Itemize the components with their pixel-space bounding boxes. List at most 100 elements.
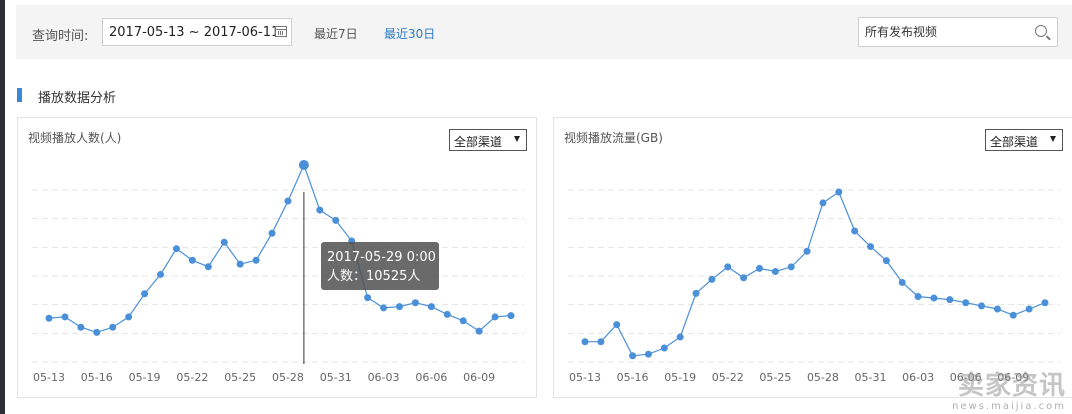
data-point[interactable]: [284, 197, 292, 205]
last-7-days-link[interactable]: 最近7日: [314, 25, 358, 42]
data-point[interactable]: [803, 247, 811, 255]
data-point[interactable]: [188, 256, 196, 264]
date-range-picker[interactable]: 2017-05-13 ~ 2017-06-11: [102, 18, 292, 46]
data-point[interactable]: [851, 227, 859, 235]
left-edge-strip: [0, 0, 5, 414]
filter-bar: 查询时间: 2017-05-13 ~ 2017-06-11 最近7日 最近30日: [16, 5, 1072, 59]
data-point[interactable]: [45, 314, 53, 322]
x-tick-label: 05-31: [320, 371, 352, 384]
data-point[interactable]: [61, 313, 69, 321]
data-point[interactable]: [930, 294, 938, 302]
data-point[interactable]: [220, 238, 228, 246]
data-point[interactable]: [644, 350, 652, 358]
data-point[interactable]: [692, 289, 700, 297]
x-tick-label: 05-25: [759, 371, 791, 384]
query-time-label: 查询时间:: [32, 29, 89, 44]
x-tick-label: 06-03: [902, 371, 934, 384]
x-tick-label: 06-03: [368, 371, 400, 384]
data-point[interactable]: [252, 256, 260, 264]
data-point[interactable]: [978, 302, 986, 310]
tooltip-value: 人数：10525人: [327, 269, 421, 284]
x-tick-label: 06-09: [463, 371, 495, 384]
data-point[interactable]: [236, 260, 244, 268]
last-30-days-link[interactable]: 最近30日: [384, 25, 435, 42]
data-point[interactable]: [882, 257, 890, 265]
data-point[interactable]: [724, 263, 732, 271]
data-point[interactable]: [332, 216, 340, 224]
search-icon[interactable]: [1035, 25, 1047, 37]
data-point[interactable]: [125, 313, 133, 321]
data-point[interactable]: [268, 229, 276, 237]
data-point[interactable]: [77, 323, 85, 331]
data-point[interactable]: [597, 338, 605, 346]
x-tick-label: 05-19: [664, 371, 696, 384]
x-tick-label: 05-13: [569, 371, 601, 384]
x-tick-label: 05-22: [176, 371, 208, 384]
x-tick-label: 05-31: [855, 371, 887, 384]
data-point[interactable]: [1025, 305, 1033, 313]
data-point[interactable]: [93, 328, 101, 336]
data-point[interactable]: [708, 275, 716, 283]
data-point[interactable]: [962, 299, 970, 307]
traffic-chart-panel: 视频播放流量(GB) 全部渠道 05-13 05-16 05-19 05-22 05-2…: [553, 117, 1072, 398]
data-point[interactable]: [380, 304, 388, 312]
data-point[interactable]: [740, 274, 748, 282]
x-tick-label: 05-16: [617, 371, 649, 384]
data-point[interactable]: [364, 294, 372, 302]
watermark-url: news.maijia.com: [952, 401, 1066, 412]
data-point[interactable]: [109, 323, 117, 331]
data-point[interactable]: [613, 321, 621, 329]
x-tick-label: 05-22: [712, 371, 744, 384]
data-point[interactable]: [141, 290, 149, 298]
calendar-icon[interactable]: [275, 26, 287, 37]
x-tick-label: 05-28: [807, 371, 839, 384]
watermark-logo-text: 卖家资讯: [957, 371, 1066, 401]
data-point[interactable]: [172, 245, 180, 253]
data-point[interactable]: [867, 243, 875, 251]
video-search-box: [858, 17, 1058, 47]
data-point[interactable]: [395, 303, 403, 311]
data-point[interactable]: [629, 352, 637, 360]
x-tick-label: 05-28: [272, 371, 304, 384]
data-point[interactable]: [835, 188, 843, 196]
data-point[interactable]: [1009, 311, 1017, 319]
data-point[interactable]: [427, 303, 435, 311]
data-point[interactable]: [660, 344, 668, 352]
data-point[interactable]: [946, 296, 954, 304]
data-point[interactable]: [491, 313, 499, 321]
x-tick-label: 05-25: [224, 371, 256, 384]
video-search-input[interactable]: [859, 18, 1036, 46]
x-tick-label: 05-19: [129, 371, 161, 384]
data-point[interactable]: [993, 305, 1001, 313]
data-point[interactable]: [787, 263, 795, 271]
data-point[interactable]: [411, 299, 419, 307]
data-point[interactable]: [157, 270, 165, 278]
viewers-chart-tooltip: 2017-05-29 0:00 人数：10525人: [321, 242, 439, 290]
viewers-chart-panel: 视频播放人数(人) 全部渠道 05-13 05-16 05-19 05-22 05-25…: [17, 117, 537, 398]
data-point[interactable]: [771, 268, 779, 276]
data-point[interactable]: [298, 160, 309, 170]
data-point[interactable]: [316, 206, 324, 214]
x-tick-label: 05-13: [33, 371, 65, 384]
x-tick-label: 05-16: [81, 371, 113, 384]
series-line: [585, 191, 1046, 357]
data-point[interactable]: [914, 292, 922, 300]
data-point[interactable]: [459, 317, 467, 325]
data-point[interactable]: [898, 278, 906, 286]
data-point[interactable]: [507, 312, 515, 320]
watermark: 卖家资讯 news.maijia.com: [952, 371, 1066, 412]
date-range-value: 2017-05-13 ~ 2017-06-11: [109, 25, 275, 40]
data-point[interactable]: [1041, 299, 1049, 307]
data-point[interactable]: [819, 199, 827, 207]
data-point[interactable]: [443, 310, 451, 318]
section-marker: [17, 88, 22, 102]
data-point[interactable]: [755, 264, 763, 272]
viewers-line-chart[interactable]: 05-13 05-16 05-19 05-22 05-25 05-28 05-31 06-03…: [18, 118, 538, 399]
data-point[interactable]: [475, 327, 483, 335]
tooltip-time: 2017-05-29 0:00: [327, 250, 436, 265]
data-point[interactable]: [676, 333, 684, 341]
data-point[interactable]: [581, 338, 589, 346]
data-point[interactable]: [204, 263, 212, 271]
x-tick-label: 06-06: [415, 371, 447, 384]
traffic-line-chart[interactable]: 05-13 05-16 05-19 05-22 05-25 05-28 05-31 06-03…: [554, 118, 1072, 399]
